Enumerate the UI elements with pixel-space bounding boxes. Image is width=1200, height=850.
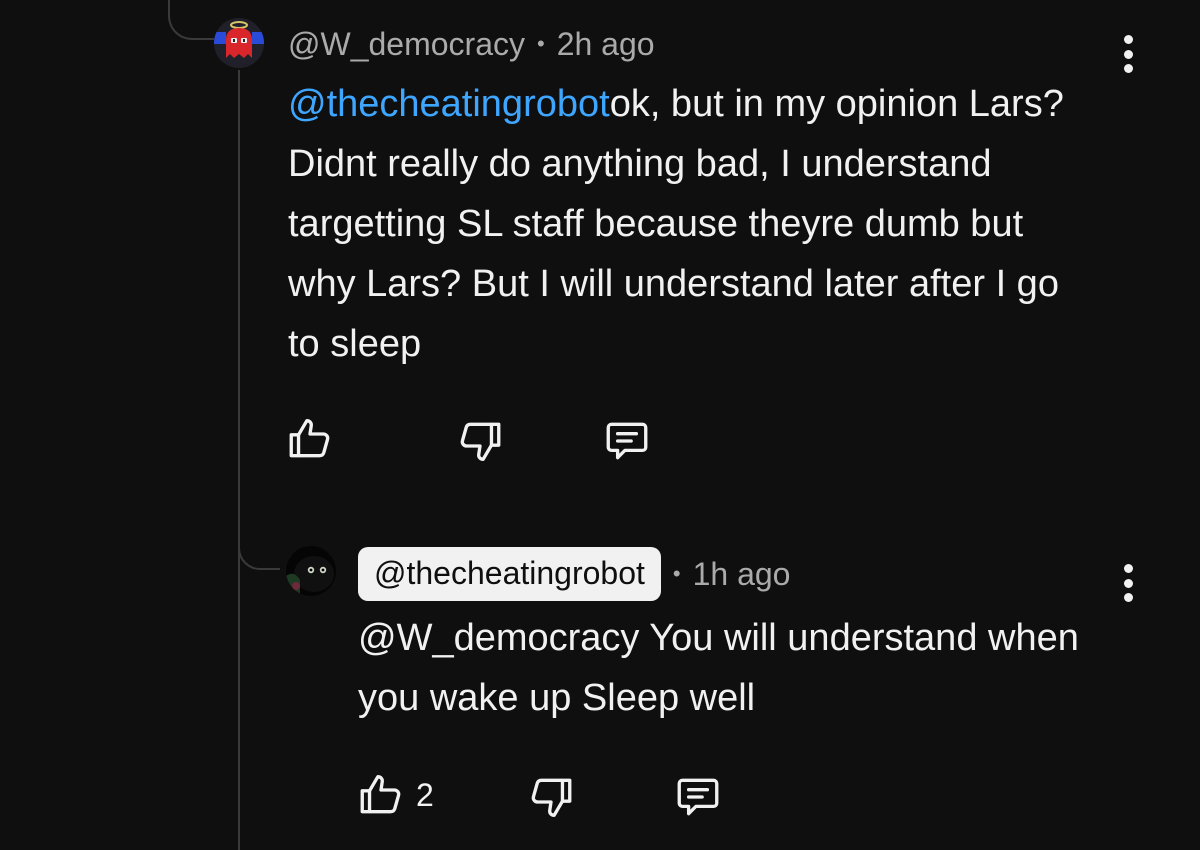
avatar-dark-icon [286, 546, 336, 596]
separator-dot: • [536, 31, 545, 56]
username-chip[interactable]: @thecheatingrobot [358, 547, 661, 601]
more-vert-icon-dot [1123, 593, 1133, 602]
timestamp[interactable]: 1h ago [693, 556, 791, 593]
comment-body: ok, but in my opinion Lars? Didnt really… [288, 83, 1064, 365]
comment-meta: @W_democracy • 2h ago [288, 22, 655, 66]
comment-icon [606, 422, 648, 460]
thread-line-vertical [238, 70, 240, 850]
thumbs-up-icon [360, 775, 401, 814]
thumbs-down-icon [460, 422, 501, 461]
avatar[interactable] [214, 18, 264, 68]
comment-text: @thecheatingrobotok, but in my opinion L… [288, 74, 1078, 374]
more-vert-icon-dot [1123, 64, 1133, 73]
dislike-button[interactable] [455, 416, 505, 466]
like-button[interactable] [285, 414, 335, 464]
more-options-button[interactable] [1122, 564, 1134, 602]
reply-button[interactable] [672, 772, 724, 822]
timestamp[interactable]: 2h ago [557, 26, 655, 63]
thread-connector-reply [238, 510, 280, 570]
reply-text: @W_democracy You will understand when yo… [358, 608, 1088, 728]
comment-icon [677, 778, 719, 816]
more-vert-icon [1123, 35, 1133, 44]
username[interactable]: @W_democracy [288, 26, 525, 63]
reply-avatar[interactable] [286, 546, 336, 596]
like-count: 2 [416, 776, 434, 813]
reply-body: @W_democracy You will understand when yo… [358, 617, 1079, 719]
like-button[interactable]: 2 [356, 770, 434, 820]
thumbs-down-icon [531, 778, 572, 817]
more-options-button[interactable] [1122, 35, 1134, 73]
reply-meta: @thecheatingrobot • 1h ago [358, 547, 791, 601]
thread-connector-top [168, 0, 214, 40]
separator-dot: • [672, 561, 681, 586]
reply-button[interactable] [601, 416, 653, 466]
more-vert-icon [1123, 564, 1133, 573]
mention-link[interactable]: @thecheatingrobot [288, 83, 610, 125]
avatar-ghost-icon [214, 18, 264, 68]
more-vert-icon-dot [1123, 578, 1133, 588]
more-vert-icon-dot [1123, 49, 1133, 59]
dislike-button[interactable] [526, 772, 576, 822]
thumbs-up-icon [289, 419, 330, 458]
